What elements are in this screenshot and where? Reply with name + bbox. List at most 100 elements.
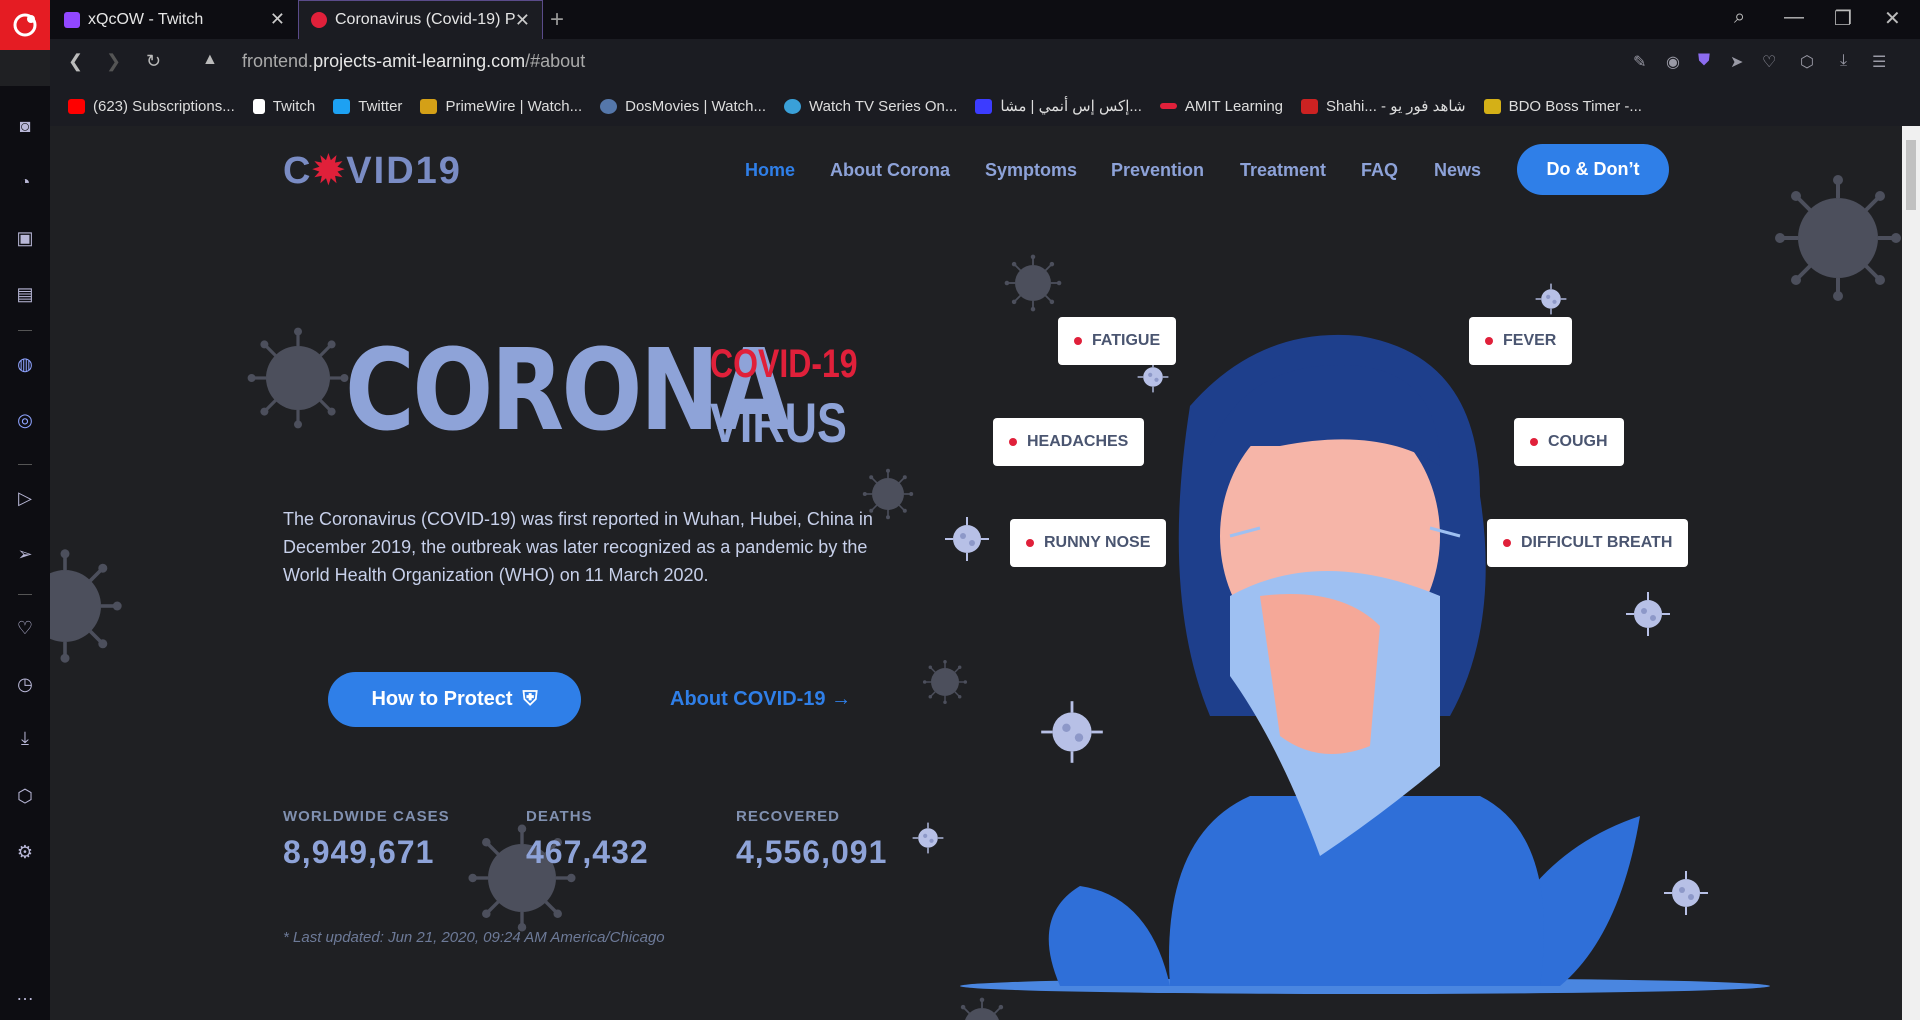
twitch-icon[interactable]: ▤ bbox=[13, 282, 37, 306]
bookmark-label: إكس إس أنمي | مشا... bbox=[1000, 98, 1142, 115]
amit-icon bbox=[1159, 103, 1177, 109]
bag-icon[interactable]: ▣ bbox=[13, 226, 37, 250]
url-field[interactable]: frontend.projects-amit-learning.com/#abo… bbox=[242, 51, 585, 72]
history-icon[interactable]: ◷ bbox=[13, 672, 37, 696]
bookmark-item[interactable]: AMIT Learning bbox=[1159, 98, 1283, 115]
twitter-icon bbox=[333, 98, 351, 114]
more-icon[interactable]: … bbox=[13, 982, 37, 1006]
url-path: /#about bbox=[525, 51, 586, 71]
last-updated-text: * Last updated: Jun 21, 2020, 09:24 AM A… bbox=[283, 929, 665, 946]
minimize-button[interactable]: — bbox=[1784, 6, 1804, 29]
bookmark-item[interactable]: BDO Boss Timer -... bbox=[1483, 98, 1642, 115]
nav-treatment[interactable]: Treatment bbox=[1240, 160, 1326, 181]
sidebar-divider bbox=[18, 594, 32, 595]
send-icon[interactable]: ➤ bbox=[1730, 52, 1743, 72]
opera-logo-icon bbox=[13, 13, 37, 37]
box-icon[interactable]: ⬡ bbox=[1800, 52, 1814, 72]
bookmark-label: Watch TV Series On... bbox=[809, 97, 958, 115]
nav-symptoms[interactable]: Symptoms bbox=[985, 160, 1077, 181]
reload-button[interactable]: ↻ bbox=[146, 51, 161, 72]
arrow-right-icon: → bbox=[831, 688, 852, 710]
bookmark-item[interactable]: Twitch bbox=[252, 97, 316, 115]
about-covid-link[interactable]: About COVID-19 → bbox=[670, 688, 851, 711]
page-scrollbar[interactable] bbox=[1902, 126, 1920, 1020]
settings-icon[interactable]: ⚙ bbox=[13, 840, 37, 864]
bookmark-item[interactable]: Shahi... - شاهد فور يو bbox=[1301, 97, 1466, 115]
url-domain: projects-amit-learning.com bbox=[313, 51, 526, 71]
bookmark-item[interactable]: DosMovies | Watch... bbox=[600, 98, 766, 115]
bookmark-item[interactable]: PrimeWire | Watch... bbox=[420, 98, 582, 115]
bookmark-item[interactable]: Twitter bbox=[333, 98, 402, 115]
heart-icon[interactable]: ♡ bbox=[13, 616, 37, 640]
back-button[interactable]: ❮ bbox=[68, 51, 83, 72]
speed-dial-icon[interactable]: ◔ bbox=[13, 170, 37, 194]
close-tab-icon[interactable]: ✕ bbox=[270, 9, 285, 30]
how-to-protect-button[interactable]: How to Protect ⛨ bbox=[328, 672, 581, 727]
twitch-favicon-icon bbox=[64, 11, 80, 28]
tab-coronavirus[interactable]: Coronavirus (Covid-19) Pre ✕ bbox=[298, 0, 543, 39]
hero-subtitle-red: COVID-19 bbox=[710, 342, 858, 386]
stat-value: 467,432 bbox=[526, 834, 649, 870]
edit-icon[interactable]: ✎ bbox=[1633, 52, 1646, 72]
bookmark-label: Twitch bbox=[272, 97, 316, 115]
do-dont-button[interactable]: Do & Don’t bbox=[1517, 144, 1669, 195]
new-tab-button[interactable]: + bbox=[550, 6, 564, 34]
camera-icon[interactable]: ◉ bbox=[1666, 52, 1680, 72]
vpn-shield-icon[interactable]: ⛊ bbox=[1698, 52, 1710, 70]
close-tab-icon[interactable]: ✕ bbox=[515, 10, 530, 31]
settings-sliders-icon[interactable]: ☰ bbox=[1872, 52, 1886, 72]
hero-subtitle: VIRUS bbox=[710, 391, 847, 454]
nav-prevention[interactable]: Prevention bbox=[1111, 160, 1204, 181]
symptom-badge: FEVER bbox=[1469, 317, 1573, 365]
site-logo[interactable]: C✹VID19 bbox=[283, 148, 462, 193]
stat-label: WORLDWIDE CASES bbox=[283, 808, 450, 825]
warning-icon[interactable]: ▲ bbox=[202, 51, 218, 69]
player-icon[interactable]: ▷ bbox=[13, 486, 37, 510]
logo-text: C bbox=[283, 150, 313, 192]
bdo-icon bbox=[1483, 98, 1501, 114]
extensions-icon[interactable]: ⬡ bbox=[13, 784, 37, 808]
link-label: About COVID-19 bbox=[670, 688, 826, 710]
symptom-label: FEVER bbox=[1503, 332, 1557, 349]
symptom-label: RUNNY NOSE bbox=[1044, 534, 1151, 551]
dosmovies-icon bbox=[600, 98, 618, 114]
tab-twitch[interactable]: xQcOW - Twitch ✕ bbox=[52, 0, 297, 39]
red-dot-icon bbox=[1530, 438, 1538, 446]
bookmark-item[interactable]: Watch TV Series On... bbox=[784, 98, 957, 115]
stat-label: DEATHS bbox=[526, 808, 593, 825]
nav-about-corona[interactable]: About Corona bbox=[830, 160, 950, 181]
red-dot-icon bbox=[1503, 539, 1511, 547]
whatsapp-icon[interactable]: ◎ bbox=[13, 408, 37, 432]
hero-description: The Coronavirus (COVID-19) was first rep… bbox=[283, 509, 873, 585]
youtube-icon bbox=[68, 98, 85, 114]
bookmark-label: (623) Subscriptions... bbox=[93, 97, 235, 115]
nav-news[interactable]: News bbox=[1434, 160, 1481, 181]
tv-series-icon bbox=[784, 98, 801, 114]
gamepad-icon[interactable]: ◙ bbox=[13, 114, 37, 138]
button-label: How to Protect bbox=[371, 688, 513, 710]
symptom-label: FATIGUE bbox=[1092, 332, 1161, 349]
scrollbar-thumb[interactable] bbox=[1906, 140, 1916, 210]
page-icon bbox=[252, 98, 265, 114]
search-tabs-icon[interactable]: ⌕ bbox=[1734, 6, 1745, 29]
url-prefix: frontend. bbox=[242, 51, 314, 71]
download-icon[interactable]: ⤓ bbox=[1840, 52, 1847, 70]
maximize-button[interactable]: ❐ bbox=[1834, 6, 1852, 31]
virus-favicon-icon bbox=[311, 12, 327, 28]
heart-icon[interactable]: ♡ bbox=[1762, 52, 1776, 72]
downloads-icon[interactable]: ⤓ bbox=[13, 726, 37, 750]
symptom-badge: RUNNY NOSE bbox=[1010, 519, 1167, 567]
xs-anime-icon bbox=[975, 98, 993, 114]
nav-home[interactable]: Home bbox=[745, 160, 795, 181]
flow-icon[interactable]: ➢ bbox=[13, 542, 37, 566]
tab-title: xQcOW - Twitch bbox=[88, 10, 204, 28]
symptom-label: COUGH bbox=[1548, 433, 1608, 450]
messenger-icon[interactable]: ◍ bbox=[13, 352, 37, 376]
close-window-button[interactable]: ✕ bbox=[1884, 6, 1901, 31]
opera-menu-button[interactable] bbox=[0, 0, 50, 50]
nav-faq[interactable]: FAQ bbox=[1361, 160, 1398, 181]
bookmark-item[interactable]: إكس إس أنمي | مشا... bbox=[975, 97, 1142, 115]
bookmark-item[interactable]: (623) Subscriptions... bbox=[68, 98, 235, 115]
forward-button[interactable]: ❯ bbox=[106, 51, 121, 72]
browser-sidebar: ◙ ◔ ▣ ▤ ◍ ◎ ▷ ➢ ♡ ◷ ⤓ ⬡ ⚙ … bbox=[0, 86, 50, 1020]
